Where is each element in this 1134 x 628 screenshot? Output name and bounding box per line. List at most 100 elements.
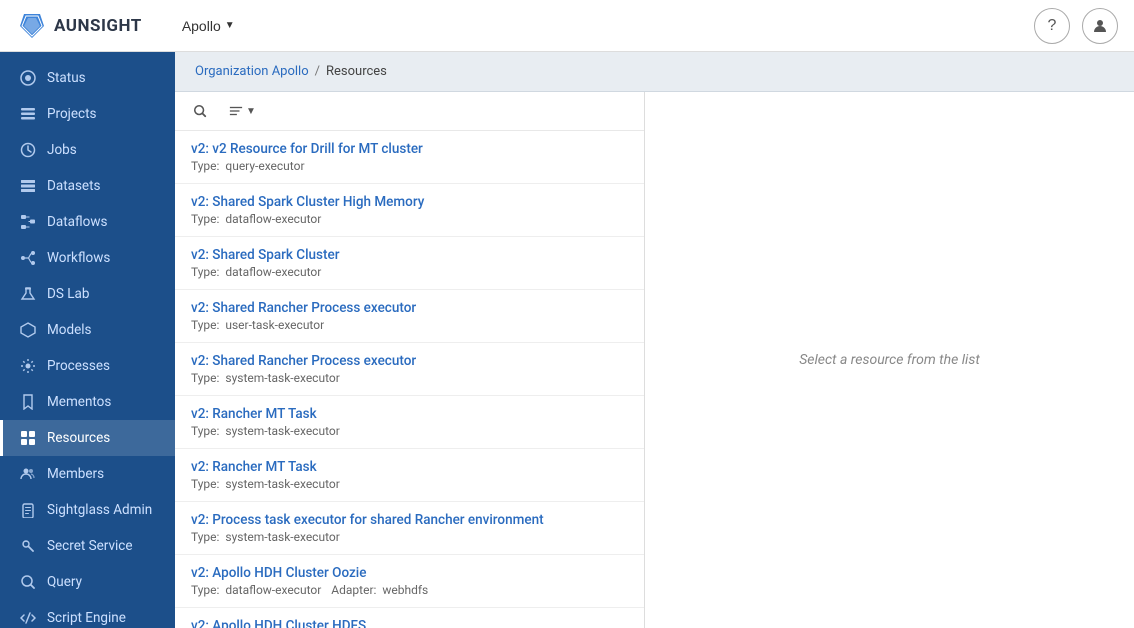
sidebar-item-resources[interactable]: Resources (0, 420, 175, 456)
sidebar-label-datasets: Datasets (47, 178, 100, 194)
filter-arrow-icon: ▼ (246, 106, 256, 117)
sidebar-item-jobs[interactable]: Jobs (0, 132, 175, 168)
main-layout: Status Projects Jobs Datasets Dataflows (0, 52, 1134, 628)
resource-meta: Type: user-task-executor (191, 318, 628, 332)
models-icon (19, 321, 37, 339)
sightglass-icon (19, 501, 37, 519)
resource-item[interactable]: v2: Shared Spark Cluster High Memory Typ… (175, 184, 644, 237)
resource-name: v2: Process task executor for shared Ran… (191, 512, 628, 528)
mementos-icon (19, 393, 37, 411)
resource-name: v2: Apollo HDH Cluster HDFS (191, 618, 628, 628)
sidebar-label-projects: Projects (47, 106, 97, 122)
dslab-icon (19, 285, 37, 303)
resource-name: v2: Rancher MT Task (191, 406, 628, 422)
org-selector[interactable]: Apollo ▼ (174, 14, 243, 38)
sidebar-label-workflows: Workflows (47, 250, 110, 266)
sidebar-label-secret-service: Secret Service (47, 538, 133, 554)
right-panel: Select a resource from the list (645, 92, 1134, 628)
sidebar-item-projects[interactable]: Projects (0, 96, 175, 132)
script-engine-icon (19, 609, 37, 627)
breadcrumb-org-link[interactable]: Organization Apollo (195, 64, 309, 79)
sidebar-item-dslab[interactable]: DS Lab (0, 276, 175, 312)
sidebar-item-secret-service[interactable]: Secret Service (0, 528, 175, 564)
resource-meta: Type: query-executor (191, 159, 628, 173)
logo-icon (16, 10, 48, 42)
sidebar-item-script-engine[interactable]: Script Engine (0, 600, 175, 628)
sidebar-label-jobs: Jobs (47, 142, 77, 158)
sidebar-item-sightglass[interactable]: Sightglass Admin (0, 492, 175, 528)
left-panel: ▼ v2: v2 Resource for Drill for MT clust… (175, 92, 645, 628)
sidebar-item-workflows[interactable]: Workflows (0, 240, 175, 276)
sidebar-label-mementos: Mementos (47, 394, 111, 410)
resource-item[interactable]: v2: Shared Spark Cluster Type: dataflow-… (175, 237, 644, 290)
sort-icon (229, 104, 243, 118)
resource-meta: Type: system-task-executor (191, 530, 628, 544)
workflows-icon (19, 249, 37, 267)
sidebar-label-resources: Resources (47, 430, 110, 446)
resource-name: v2: Shared Spark Cluster (191, 247, 628, 263)
user-icon (1092, 18, 1108, 34)
dropdown-arrow-icon: ▼ (225, 20, 235, 31)
help-icon: ? (1048, 17, 1057, 35)
sidebar-item-mementos[interactable]: Mementos (0, 384, 175, 420)
resource-name: v2: Apollo HDH Cluster Oozie (191, 565, 628, 581)
resource-meta: Type: system-task-executor (191, 371, 628, 385)
resource-name: v2: Rancher MT Task (191, 459, 628, 475)
resource-name: v2: v2 Resource for Drill for MT cluster (191, 141, 628, 157)
resource-meta: Type: dataflow-executor (191, 265, 628, 279)
topbar-left: AUNSIGHT Apollo ▼ (16, 10, 243, 42)
resource-item[interactable]: v2: Apollo HDH Cluster HDFS Type: datase… (175, 608, 644, 628)
breadcrumb: Organization Apollo / Resources (175, 52, 1134, 92)
resource-item[interactable]: v2: Process task executor for shared Ran… (175, 502, 644, 555)
org-label: Apollo (182, 18, 221, 34)
resource-name: v2: Shared Rancher Process executor (191, 300, 628, 316)
jobs-icon (19, 141, 37, 159)
resource-meta: Type: dataflow-executor (191, 212, 628, 226)
empty-state-text: Select a resource from the list (799, 352, 980, 368)
sidebar-label-sightglass: Sightglass Admin (47, 502, 152, 518)
sidebar-item-datasets[interactable]: Datasets (0, 168, 175, 204)
topbar: AUNSIGHT Apollo ▼ ? (0, 0, 1134, 52)
resource-name: v2: Shared Spark Cluster High Memory (191, 194, 628, 210)
sidebar-label-query: Query (47, 574, 82, 590)
secret-service-icon (19, 537, 37, 555)
resource-item[interactable]: v2: Shared Rancher Process executor Type… (175, 290, 644, 343)
resource-item[interactable]: v2: Shared Rancher Process executor Type… (175, 343, 644, 396)
sidebar-item-query[interactable]: Query (0, 564, 175, 600)
help-button[interactable]: ? (1034, 8, 1070, 44)
logo-text: AUNSIGHT (54, 16, 142, 36)
status-icon (19, 69, 37, 87)
panel-toolbar: ▼ (175, 92, 644, 131)
resource-item[interactable]: v2: Apollo HDH Cluster Oozie Type: dataf… (175, 555, 644, 608)
content-area: Organization Apollo / Resources ▼ v2: v2 (175, 52, 1134, 628)
user-button[interactable] (1082, 8, 1118, 44)
dataflows-icon (19, 213, 37, 231)
members-icon (19, 465, 37, 483)
resource-meta: Type: system-task-executor (191, 424, 628, 438)
resource-item[interactable]: v2: Rancher MT Task Type: system-task-ex… (175, 449, 644, 502)
sidebar-item-models[interactable]: Models (0, 312, 175, 348)
resource-item[interactable]: v2: Rancher MT Task Type: system-task-ex… (175, 396, 644, 449)
sidebar: Status Projects Jobs Datasets Dataflows (0, 52, 175, 628)
breadcrumb-separator: / (315, 64, 320, 79)
sidebar-label-processes: Processes (47, 358, 110, 374)
sidebar-label-status: Status (47, 70, 86, 86)
sort-filter-button[interactable]: ▼ (221, 100, 264, 122)
sidebar-item-dataflows[interactable]: Dataflows (0, 204, 175, 240)
split-pane: ▼ v2: v2 Resource for Drill for MT clust… (175, 92, 1134, 628)
sidebar-label-dslab: DS Lab (47, 286, 89, 302)
resources-icon (19, 429, 37, 447)
resource-name: v2: Shared Rancher Process executor (191, 353, 628, 369)
resource-meta: Type: dataflow-executorAdapter: webhdfs (191, 583, 628, 597)
sidebar-label-members: Members (47, 466, 104, 482)
topbar-right: ? (1034, 8, 1118, 44)
sidebar-item-processes[interactable]: Processes (0, 348, 175, 384)
resource-item[interactable]: v2: v2 Resource for Drill for MT cluster… (175, 131, 644, 184)
breadcrumb-current: Resources (326, 64, 387, 79)
sidebar-label-models: Models (47, 322, 92, 338)
processes-icon (19, 357, 37, 375)
sidebar-label-script-engine: Script Engine (47, 610, 126, 626)
sidebar-item-status[interactable]: Status (0, 60, 175, 96)
sidebar-item-members[interactable]: Members (0, 456, 175, 492)
search-button[interactable] (185, 100, 215, 122)
